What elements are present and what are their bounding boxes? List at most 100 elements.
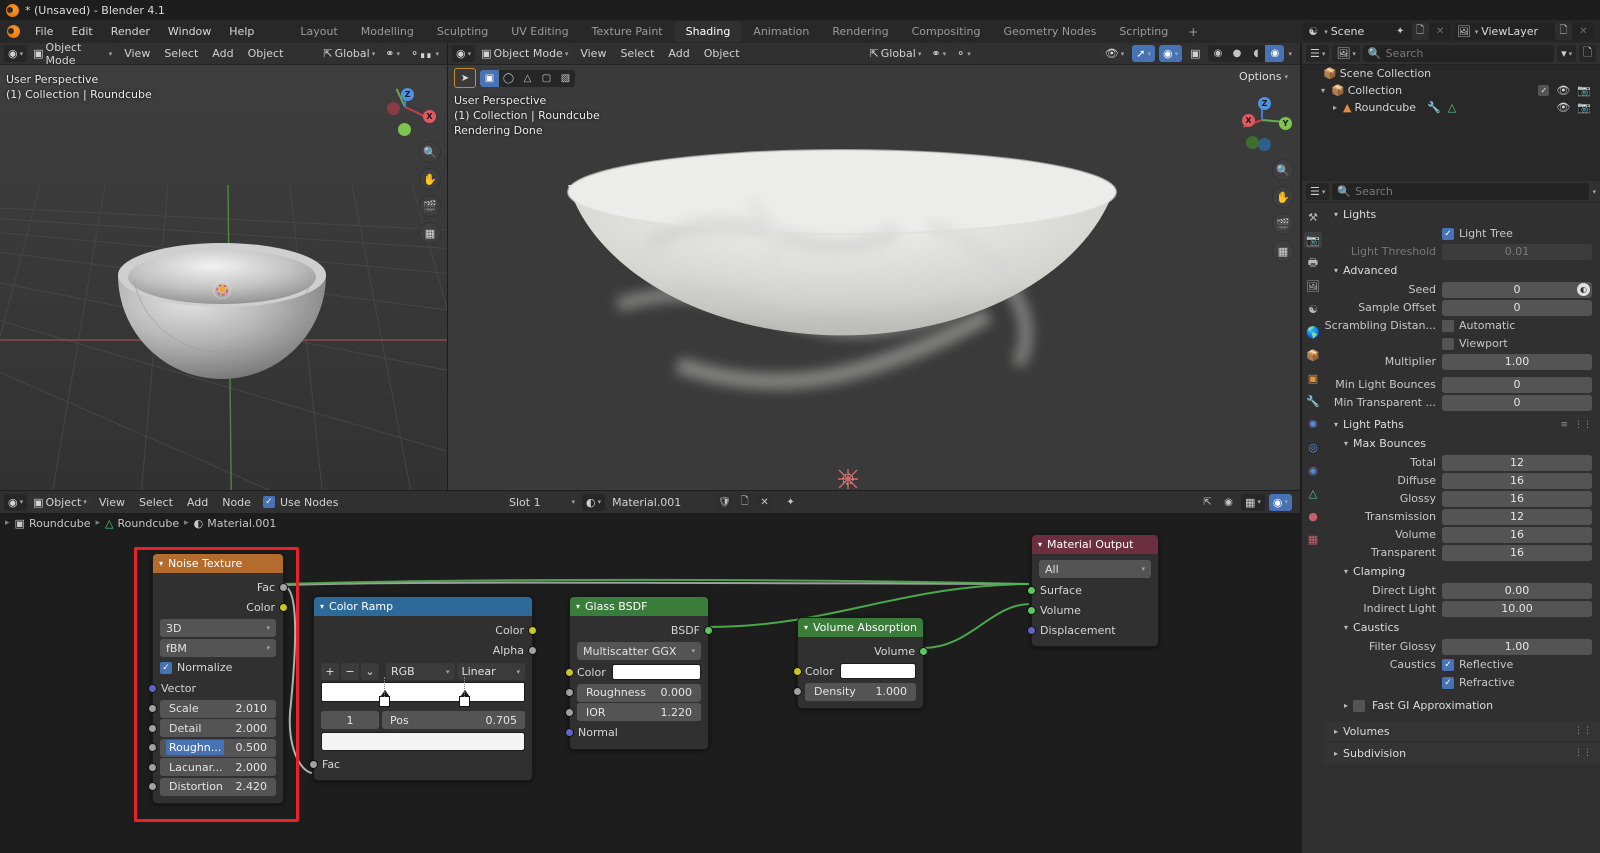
overlay-node-icon[interactable]: ◉ [1220,494,1237,511]
object-mode-dropdown-right[interactable]: ▣ Object Mode ▾ [477,45,573,62]
material-name-field[interactable]: Material.001 [608,493,714,511]
transmission-field[interactable]: 12 [1442,508,1592,525]
shader-menu-select[interactable]: Select [133,494,179,511]
socket-volume-out[interactable] [919,646,928,656]
outliner-display-mode[interactable]: 🖼 ▾ [1332,45,1360,62]
seed-field[interactable]: 0 ◐ [1442,281,1592,298]
pin-scene-icon[interactable]: ✦ [1392,23,1409,40]
glass-input-normal[interactable]: Normal [565,723,708,743]
modifier-wrench-icon[interactable]: 🔧 [1427,101,1441,114]
glass-input-ior[interactable]: IOR 1.220 [565,703,701,721]
menu-render[interactable]: Render [102,23,159,40]
ortho-persp-icon[interactable]: ▦ [419,222,441,244]
outliner-row-scene-collection[interactable]: 📦 Scene Collection [1302,65,1600,82]
node-noise-texture-header[interactable]: ▾ Noise Texture [153,554,283,573]
min-transparent-field[interactable]: 0 [1442,394,1592,411]
expand-roundcube-icon[interactable]: ▸ [1330,103,1340,112]
gizmo-right-axis-x[interactable]: X [1242,114,1255,127]
node-volume-absorption-header[interactable]: ▾ Volume Absorption [798,618,923,637]
viewport-left-nav-gizmo[interactable]: X Z [377,79,436,136]
viewport-right-menu-select[interactable]: Select [614,45,660,62]
glossy-field[interactable]: 16 [1442,490,1592,507]
tab-scripting[interactable]: Scripting [1108,21,1179,42]
node-editor-sidebar-toggle[interactable]: ◂ [1292,533,1298,536]
node-noise-texture[interactable]: ▾ Noise Texture Fac Color 3D ▾ fBM ▾ ✓ N… [148,553,288,804]
socket-lacunarity-in[interactable] [148,762,157,772]
outliner-row-collection[interactable]: ▾ 📦 Collection ✓ 👁 📷 [1302,82,1600,99]
proportional-edit-left[interactable]: ⚬ ▖▖ ▾ [405,45,443,62]
ramp-output-alpha[interactable]: Alpha [314,640,537,660]
viewport-right[interactable]: ➤ ▣ ◯ △ ▢ ▧ User Perspective (1) Collect… [448,65,1300,490]
select-circle-icon[interactable]: ◯ [499,70,518,87]
camera-view-icon-right[interactable]: 🎬 [1272,213,1294,235]
use-nodes-toggle[interactable]: ✓ Use Nodes [262,496,338,509]
collection-eye-icon[interactable]: 👁 [1556,84,1570,97]
properties-tab-material[interactable]: ● [1304,508,1322,524]
output-input-displacement[interactable]: Displacement [1027,620,1158,640]
select-extra-icon[interactable]: ▧ [556,70,575,87]
volume-field[interactable]: 16 [1442,526,1592,543]
ramp-interpolation-dropdown[interactable]: Linear ▾ [456,663,525,680]
menu-window[interactable]: Window [159,23,220,40]
panel-subdivision[interactable]: ▸ Subdivision ⋮⋮ [1324,743,1600,763]
app-menu-button[interactable] [0,25,26,38]
tab-shading[interactable]: Shading [674,21,742,42]
light-tree-checkbox[interactable]: ✓ [1442,227,1454,240]
chevron-down-icon-node-noise[interactable]: ▾ [159,559,163,568]
properties-tab-constraints[interactable]: ◉ [1304,462,1322,478]
tab-animation[interactable]: Animation [742,21,820,42]
viewport-right-menu-add[interactable]: Add [662,45,695,62]
node-overlays-toggle[interactable]: ◉ ▾ [1268,493,1292,511]
noise-input-lacunarity[interactable]: Lacunar... 2.000 [148,758,276,776]
gizmo-axis-neg-x[interactable] [387,102,400,115]
light-threshold-field[interactable]: 0.01 [1442,243,1592,260]
socket-ramp-color-out[interactable] [528,625,537,635]
ramp-stop-color-swatch[interactable] [321,732,525,751]
viewlayer-selector[interactable]: 🖼 ▾ ViewLayer 🗋 ✕ [1453,22,1594,41]
socket-scale-in[interactable] [148,704,157,713]
snap-node-icon[interactable]: ⇱ [1199,494,1216,511]
automatic-checkbox[interactable] [1442,319,1454,332]
viewport-right-menu-view[interactable]: View [574,45,612,62]
roundcube-camera-icon[interactable]: 📷 [1577,101,1591,114]
shader-menu-view[interactable]: View [93,494,131,511]
filter-glossy-field[interactable]: 1.00 [1442,638,1592,655]
snap-toggle-left[interactable]: ⚭ ▾ [381,45,404,62]
ramp-stop-1[interactable] [458,677,470,707]
noise-input-detail[interactable]: Detail 2.000 [148,719,276,737]
collection-checkbox[interactable]: ✓ [1538,85,1550,96]
viewport-left-menu-object[interactable]: Object [242,45,290,62]
fake-user-shield-icon[interactable]: 🛡 [716,493,734,511]
noise-dimension-dropdown[interactable]: 3D ▾ [160,619,276,637]
ramp-input-fac[interactable]: Fac [309,754,532,774]
socket-color-out[interactable] [279,602,288,612]
viewport-left-menu-select[interactable]: Select [158,45,204,62]
proportional-edit-right[interactable]: ⚬ ▾ [952,45,975,62]
camera-view-icon[interactable]: 🎬 [419,195,441,217]
ramp-add-stop-button[interactable]: + [321,663,339,680]
new-scene-button[interactable]: 🗋 [1411,23,1429,40]
min-light-bounces-field[interactable]: 0 [1442,376,1592,393]
editor-type-shader[interactable]: ◉ ▾ [4,493,28,511]
pan-hand-icon[interactable]: ✋ [419,168,441,190]
socket-ramp-fac-in[interactable] [309,759,318,769]
shading-material[interactable]: ◖ [1246,45,1265,62]
ramp-stop-index-field[interactable]: 1 [321,711,379,729]
node-canvas[interactable]: ▾ Noise Texture Fac Color 3D ▾ fBM ▾ ✓ N… [0,533,1300,853]
ramp-gradient-strip[interactable] [321,677,525,707]
seed-animate-icon[interactable]: ◐ [1577,283,1590,296]
indirect-light-field[interactable]: 10.00 [1442,600,1592,617]
duplicate-material-icon[interactable]: 🗋 [736,493,754,511]
properties-tab-physics[interactable]: ◎ [1304,439,1322,455]
glass-input-color[interactable]: Color [565,662,708,682]
properties-panel-list[interactable]: ▾ Lights ✓ Light Tree Light Threshold 0.… [1324,203,1600,853]
breadcrumb-object[interactable]: ▣ Roundcube [15,517,91,530]
properties-tab-viewlayer[interactable]: 🖼 [1304,278,1322,294]
menu-edit[interactable]: Edit [62,23,101,40]
xray-toggle[interactable]: ▣ [1186,45,1205,62]
total-field[interactable]: 12 [1442,454,1592,471]
panel-caustics[interactable]: ▾ Caustics [1324,618,1600,637]
socket-displacement-in[interactable] [1027,625,1036,635]
shader-type-dropdown[interactable]: ▣ Object ▾ [29,493,91,511]
editor-type-properties[interactable]: ☰ ▾ [1306,183,1330,200]
